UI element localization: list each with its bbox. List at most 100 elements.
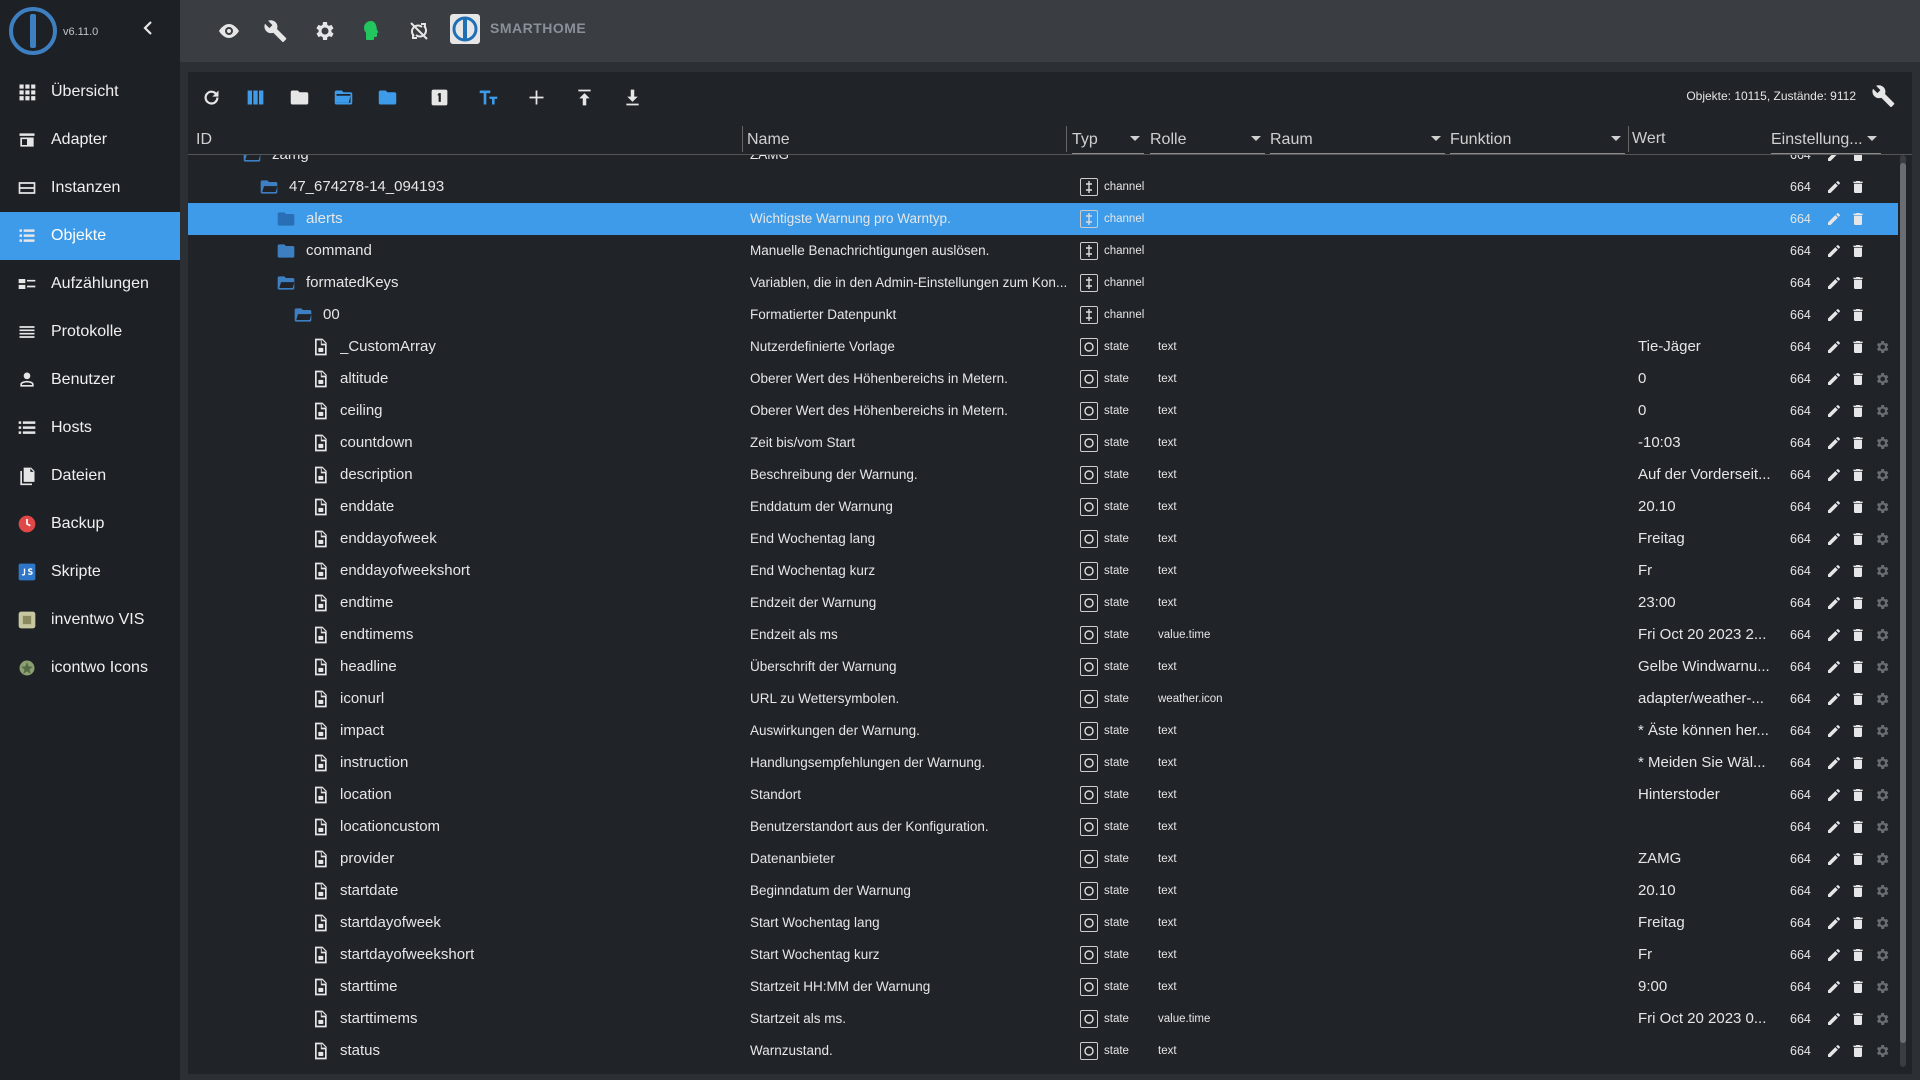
object-value[interactable]: 20.10 xyxy=(1638,491,1778,523)
scrollbar-thumb[interactable] xyxy=(1900,163,1906,1043)
gear-icon[interactable] xyxy=(1874,467,1890,483)
object-name[interactable]: Nutzerdefinierte Vorlage xyxy=(750,331,1270,363)
table-row[interactable]: command Manuelle Benachrichtigungen auslö… xyxy=(188,235,1898,267)
gear-icon[interactable] xyxy=(1874,627,1890,643)
table-row[interactable]: formatedKeys Variablen, die in den Admin-… xyxy=(188,267,1898,299)
gear-icon[interactable] xyxy=(310,17,338,45)
edit-icon[interactable] xyxy=(1826,787,1842,803)
delete-icon[interactable] xyxy=(1850,339,1866,355)
edit-icon[interactable] xyxy=(1826,155,1842,163)
delete-icon[interactable] xyxy=(1850,595,1866,611)
object-value[interactable]: 20.10 xyxy=(1638,875,1778,907)
delete-icon[interactable] xyxy=(1850,947,1866,963)
file-icon[interactable] xyxy=(310,337,330,357)
gear-icon[interactable] xyxy=(1874,659,1890,675)
filter-function[interactable]: Funktion xyxy=(1450,120,1625,154)
file-icon[interactable] xyxy=(310,881,330,901)
edit-icon[interactable] xyxy=(1826,595,1842,611)
object-name[interactable]: End Wochentag lang xyxy=(750,523,1270,555)
object-value[interactable]: Fr xyxy=(1638,939,1778,971)
table-row[interactable]: _CustomArray Nutzerdefinierte Vorlage stat… xyxy=(188,331,1898,363)
file-icon[interactable] xyxy=(310,817,330,837)
filter-role[interactable]: Rolle xyxy=(1150,120,1265,154)
delete-icon[interactable] xyxy=(1850,307,1866,323)
sidebar-item-instanzen[interactable]: Instanzen xyxy=(0,164,180,212)
delete-icon[interactable] xyxy=(1850,979,1866,995)
gear-icon[interactable] xyxy=(1874,1011,1890,1027)
edit-icon[interactable] xyxy=(1826,947,1842,963)
iobroker-logo-icon[interactable] xyxy=(8,6,58,56)
edit-icon[interactable] xyxy=(1826,563,1842,579)
object-value[interactable]: 0 xyxy=(1638,363,1778,395)
folder-icon[interactable] xyxy=(276,209,296,229)
file-icon[interactable] xyxy=(310,465,330,485)
gear-icon[interactable] xyxy=(1874,947,1890,963)
refresh-icon[interactable] xyxy=(198,84,224,110)
file-icon[interactable] xyxy=(310,401,330,421)
edit-icon[interactable] xyxy=(1826,339,1842,355)
wrench-icon[interactable] xyxy=(262,17,290,45)
edit-icon[interactable] xyxy=(1826,979,1842,995)
delete-icon[interactable] xyxy=(1850,883,1866,899)
sidebar-item-aufzählungen[interactable]: Aufzählungen xyxy=(0,260,180,308)
gear-icon[interactable] xyxy=(1874,563,1890,579)
expert-mode-icon[interactable] xyxy=(357,17,385,45)
filter-room[interactable]: Raum xyxy=(1270,120,1445,154)
object-value[interactable]: Gelbe Windwarnu... xyxy=(1638,651,1778,683)
file-icon[interactable] xyxy=(310,1041,330,1061)
file-icon[interactable] xyxy=(310,945,330,965)
edit-icon[interactable] xyxy=(1826,307,1842,323)
object-name[interactable]: Endzeit der Warnung xyxy=(750,587,1270,619)
object-name[interactable]: Standort xyxy=(750,779,1270,811)
gear-icon[interactable] xyxy=(1874,915,1890,931)
folder-open-icon[interactable] xyxy=(293,305,313,325)
object-name[interactable] xyxy=(750,171,1270,203)
columns-icon[interactable] xyxy=(242,84,268,110)
folder-open-icon[interactable] xyxy=(276,273,296,293)
table-row[interactable]: altitude Oberer Wert des Höhenbereichs in… xyxy=(188,363,1898,395)
table-row[interactable]: iconurl URL zu Wettersymbolen. state weathe… xyxy=(188,683,1898,715)
delete-icon[interactable] xyxy=(1850,755,1866,771)
sidebar-item-dateien[interactable]: Dateien xyxy=(0,452,180,500)
file-icon[interactable] xyxy=(310,977,330,997)
delete-icon[interactable] xyxy=(1850,627,1866,643)
object-name[interactable]: Manuelle Benachrichtigungen auslösen. xyxy=(750,235,1270,267)
edit-icon[interactable] xyxy=(1826,435,1842,451)
object-name[interactable]: Formatierter Datenpunkt xyxy=(750,299,1270,331)
object-value[interactable]: ZAMG xyxy=(1638,843,1778,875)
gear-icon[interactable] xyxy=(1874,883,1890,899)
object-name[interactable]: Wichtigste Warnung pro Warntyp. xyxy=(750,203,1270,235)
gear-icon[interactable] xyxy=(1874,851,1890,867)
object-name[interactable]: Startzeit HH:MM der Warnung xyxy=(750,971,1270,1003)
filter-settings[interactable]: Einstellung... xyxy=(1771,120,1881,154)
edit-icon[interactable] xyxy=(1826,659,1842,675)
column-value[interactable]: Wert xyxy=(1632,120,1732,154)
file-icon[interactable] xyxy=(310,561,330,581)
edit-icon[interactable] xyxy=(1826,883,1842,899)
delete-icon[interactable] xyxy=(1850,243,1866,259)
sidebar-item-adapter[interactable]: Adapter xyxy=(0,116,180,164)
download-icon[interactable] xyxy=(619,84,645,110)
edit-icon[interactable] xyxy=(1826,371,1842,387)
file-icon[interactable] xyxy=(310,913,330,933)
upload-icon[interactable] xyxy=(571,84,597,110)
file-icon[interactable] xyxy=(310,369,330,389)
gear-icon[interactable] xyxy=(1874,819,1890,835)
object-name[interactable]: Zeit bis/vom Start xyxy=(750,427,1270,459)
object-value[interactable]: Auf der Vorderseit... xyxy=(1638,459,1778,491)
gear-icon[interactable] xyxy=(1874,339,1890,355)
object-value[interactable]: Freitag xyxy=(1638,907,1778,939)
folder-icon[interactable] xyxy=(286,84,312,110)
object-name[interactable]: Überschrift der Warnung xyxy=(750,651,1270,683)
edit-icon[interactable] xyxy=(1826,723,1842,739)
table-row[interactable]: endtime Endzeit der Warnung state text 23:00… xyxy=(188,587,1898,619)
file-icon[interactable] xyxy=(310,785,330,805)
object-name[interactable]: ZAMG xyxy=(750,155,1270,171)
file-icon[interactable] xyxy=(310,1009,330,1029)
delete-icon[interactable] xyxy=(1850,499,1866,515)
table-row[interactable]: status Warnzustand. state text 664 xyxy=(188,1035,1898,1067)
gear-icon[interactable] xyxy=(1874,595,1890,611)
object-value[interactable]: * Meiden Sie Wäl... xyxy=(1638,747,1778,779)
table-row[interactable]: countdown Zeit bis/vom Start state text -10:… xyxy=(188,427,1898,459)
gear-icon[interactable] xyxy=(1874,435,1890,451)
